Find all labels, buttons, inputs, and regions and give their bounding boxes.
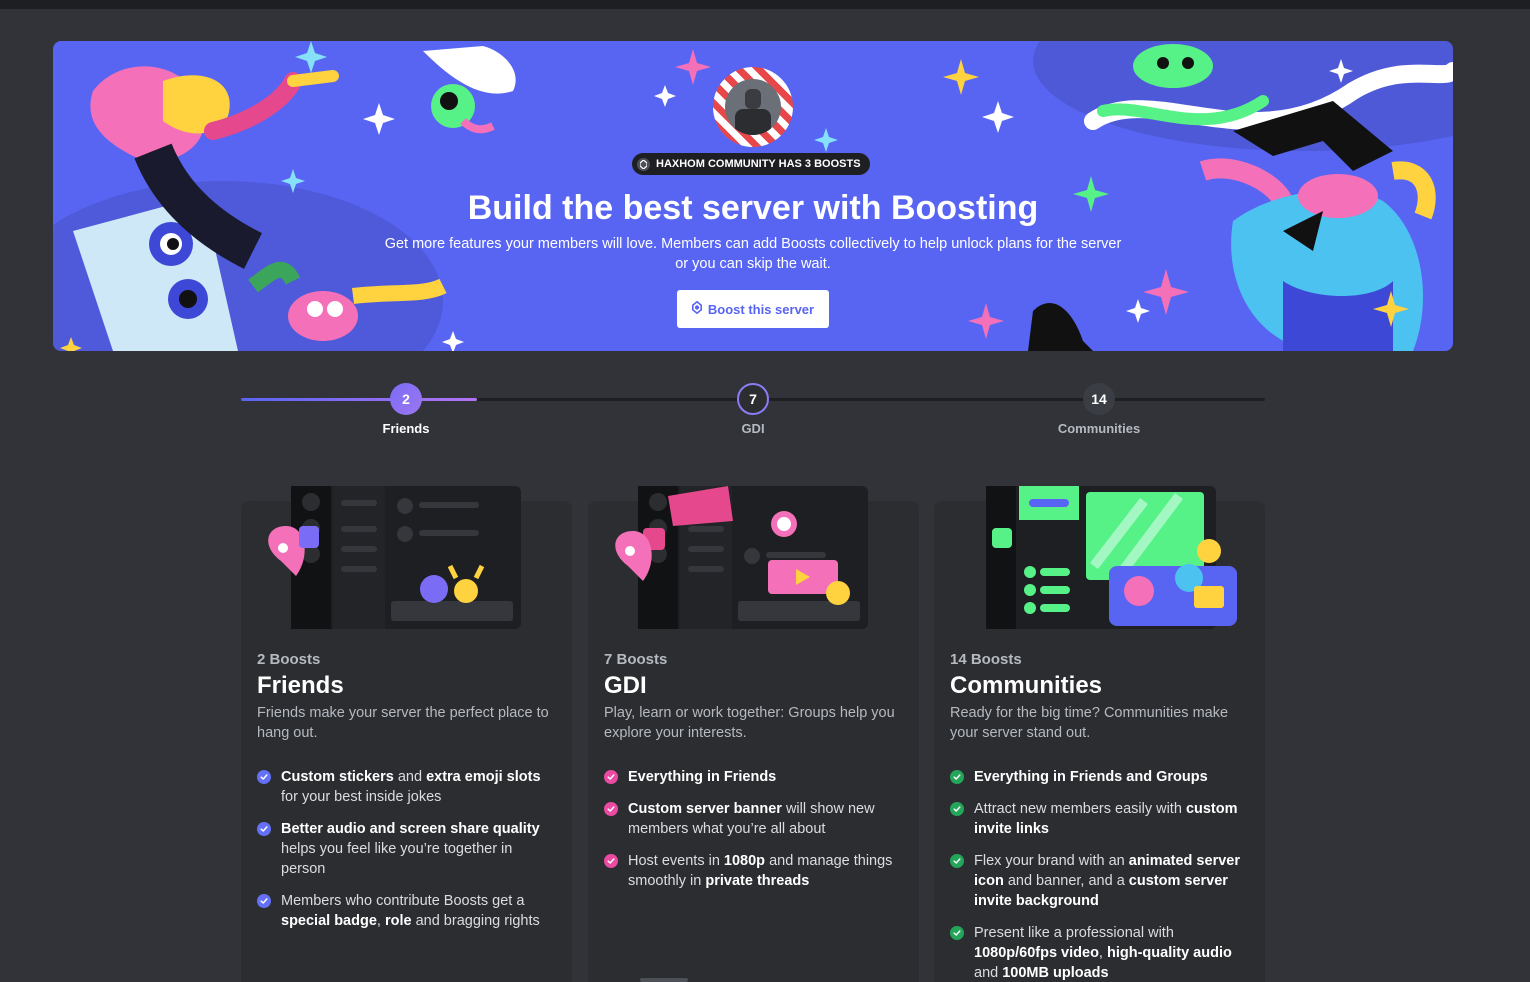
tier-description: Friends make your server the perfect pla… xyxy=(257,705,549,741)
feature-highlight: Everything in Friends xyxy=(628,769,777,785)
feature-segment: and xyxy=(393,769,427,785)
tier-progress-fill xyxy=(241,398,477,401)
gdi-tier-illustration xyxy=(615,486,868,629)
checkmark-icon xyxy=(604,770,618,784)
feature-highlight: 1080p xyxy=(723,853,766,869)
checkmark-icon xyxy=(950,802,964,816)
feature-item: Better audio and screen share quality he… xyxy=(257,819,557,879)
feature-highlight: 100MB uploads xyxy=(1002,965,1109,981)
server-avatar xyxy=(713,67,793,147)
boost-button-label: Boost this server xyxy=(707,301,815,317)
feature-text: Host events in 1080p and manage things s… xyxy=(628,851,904,891)
tier-card-body: 7 Boosts GDI Play, learn or work togethe… xyxy=(604,651,904,903)
banner-title: Build the best server with Boosting xyxy=(467,189,1039,227)
feature-segment: Members who contribute Boosts get a xyxy=(281,893,525,909)
feature-item: Present like a professional with 1080p/6… xyxy=(950,923,1250,982)
feature-segment: and banner, and a xyxy=(1003,873,1129,889)
feature-text: Attract new members easily with custom i… xyxy=(974,799,1250,839)
tier-description: Play, learn or work together: Groups hel… xyxy=(604,705,895,741)
feature-highlight: 1080p/60fps video xyxy=(974,945,1099,961)
feature-segment: and bragging rights xyxy=(411,913,540,929)
tier-description: Ready for the big time? Communities make… xyxy=(950,705,1229,741)
tier-card-communities: 14 Boosts Communities Ready for the big … xyxy=(934,486,1265,982)
feature-highlight: Better audio and screen share quality xyxy=(281,821,540,837)
tier-feature-list: Custom stickers and extra emoji slots fo… xyxy=(257,767,557,931)
tier-label-communities: Communities xyxy=(1057,421,1141,436)
tier-boost-count: 7 Boosts xyxy=(604,651,668,668)
checkmark-icon xyxy=(257,894,271,908)
feature-item: Members who contribute Boosts get a spec… xyxy=(257,891,557,931)
tier-boost-count: 14 Boosts xyxy=(950,651,1022,668)
checkmark-icon xyxy=(950,926,964,940)
tier-node-gdi[interactable]: 7 xyxy=(737,383,769,415)
feature-highlight: special badge xyxy=(281,913,377,929)
tier-label-gdi: GDI xyxy=(741,421,765,436)
feature-text: Custom server banner will show new membe… xyxy=(628,799,904,839)
feature-highlight: Custom stickers xyxy=(281,769,394,785)
tier-feature-list: Everything in Friends and Groups Attract … xyxy=(950,767,1250,982)
checkmark-icon xyxy=(604,854,618,868)
checkmark-icon xyxy=(950,854,964,868)
feature-segment: Host events in xyxy=(628,853,724,869)
boost-this-server-button[interactable]: Boost this server xyxy=(677,290,829,328)
tier-name: GDI xyxy=(604,672,647,699)
tier-card-body: 2 Boosts Friends Friends make your serve… xyxy=(257,651,557,943)
feature-text: Better audio and screen share quality he… xyxy=(281,819,557,879)
tier-label-friends: Friends xyxy=(382,421,430,436)
feature-segment: , xyxy=(376,913,385,929)
checkmark-icon xyxy=(604,802,618,816)
checkmark-icon xyxy=(257,822,271,836)
feature-highlight: private threads xyxy=(705,873,810,889)
tier-node-friends[interactable]: 2 xyxy=(390,383,422,415)
boosting-hero-banner: HAXHOM COMMUNITY HAS 3 BOOSTS Build the … xyxy=(53,41,1453,351)
tier-name: Communities xyxy=(950,672,1103,699)
feature-segment: helps you feel like you’re together in p… xyxy=(281,841,513,877)
feature-text: Everything in Friends xyxy=(628,767,776,787)
feature-item: Custom stickers and extra emoji slots fo… xyxy=(257,767,557,807)
feature-segment: for your best inside jokes xyxy=(281,789,442,805)
feature-segment: , xyxy=(1098,945,1107,961)
feature-item: Flex your brand with an animated server … xyxy=(950,851,1250,911)
feature-segment: and xyxy=(974,965,1003,981)
feature-highlight: extra emoji slots xyxy=(426,769,541,785)
boost-count-text: HAXHOM COMMUNITY HAS 3 BOOSTS xyxy=(656,158,861,170)
feature-item: Host events in 1080p and manage things s… xyxy=(604,851,904,891)
checkmark-icon xyxy=(257,770,271,784)
tier-card-friends: 2 Boosts Friends Friends make your serve… xyxy=(241,486,572,982)
feature-item: Custom server banner will show new membe… xyxy=(604,799,904,839)
feature-item: Attract new members easily with custom i… xyxy=(950,799,1250,839)
feature-segment: Present like a professional with xyxy=(974,925,1174,941)
checkmark-icon xyxy=(950,770,964,784)
tier-boost-count: 2 Boosts xyxy=(257,651,321,668)
feature-text: Members who contribute Boosts get a spec… xyxy=(281,891,557,931)
feature-text: Everything in Friends and Groups xyxy=(974,767,1208,787)
boost-count-pill: HAXHOM COMMUNITY HAS 3 BOOSTS xyxy=(632,153,870,175)
feature-text: Custom stickers and extra emoji slots fo… xyxy=(281,767,557,807)
communities-tier-illustration xyxy=(986,486,1237,629)
feature-highlight: role xyxy=(384,913,412,929)
friends-tier-illustration xyxy=(268,486,521,629)
feature-segment: Attract new members easily with xyxy=(974,801,1186,817)
tier-name: Friends xyxy=(257,672,344,699)
feature-text: Present like a professional with 1080p/6… xyxy=(974,923,1250,982)
feature-segment: Flex your brand with an xyxy=(974,853,1129,869)
tier-card-body: 14 Boosts Communities Ready for the big … xyxy=(950,651,1250,982)
tier-node-communities[interactable]: 14 xyxy=(1083,383,1115,415)
tier-card-gdi: 7 Boosts GDI Play, learn or work togethe… xyxy=(588,486,919,982)
feature-highlight: Custom server banner xyxy=(628,801,782,817)
feature-highlight: Everything in Friends and Groups xyxy=(974,769,1208,785)
feature-highlight: high-quality audio xyxy=(1106,945,1232,961)
boost-gem-icon xyxy=(691,300,702,317)
feature-item: Everything in Friends and Groups xyxy=(950,767,1250,787)
scrollbar-thumb[interactable] xyxy=(640,978,688,982)
boost-gem-icon xyxy=(637,157,650,171)
banner-subtitle: Get more features your members will love… xyxy=(384,236,1122,272)
feature-item: Everything in Friends xyxy=(604,767,904,787)
title-bar xyxy=(0,0,1530,9)
tier-feature-list: Everything in Friends Custom server banne… xyxy=(604,767,904,891)
feature-text: Flex your brand with an animated server … xyxy=(974,851,1250,911)
